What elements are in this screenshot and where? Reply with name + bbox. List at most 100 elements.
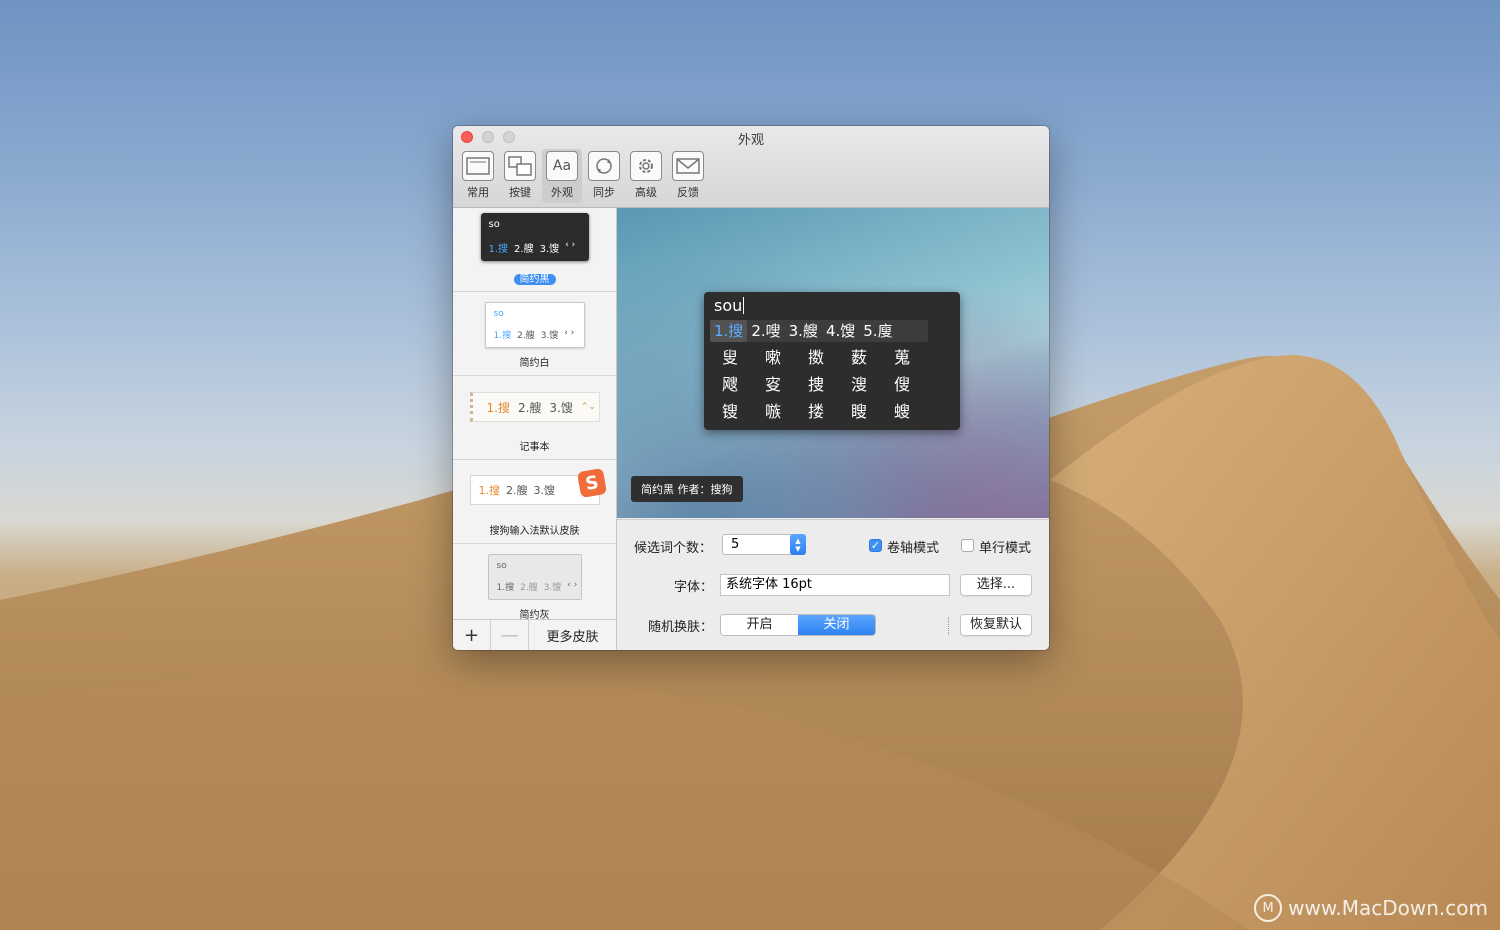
- grid-candidate[interactable]: 薮: [851, 348, 894, 368]
- tab-feedback-label: 反馈: [677, 186, 699, 199]
- gear-icon: [630, 151, 662, 181]
- tab-appearance[interactable]: Aa 外观: [542, 149, 582, 203]
- ime-candidate-grid: 叟 嗽 擞 薮 蒐 飕 叜 捜 溲 傁 锼 嗾 搂 瞍 螋: [722, 348, 937, 422]
- tab-general[interactable]: 常用: [458, 149, 498, 203]
- font-label: 字体：: [674, 580, 714, 595]
- grid-candidate[interactable]: 螋: [894, 402, 937, 422]
- grid-candidate[interactable]: 捜: [808, 375, 851, 395]
- stepper-arrows-icon[interactable]: ▲ ▼: [790, 534, 806, 555]
- ime-input-text: sou: [714, 296, 745, 315]
- single-line-checkbox[interactable]: [961, 539, 974, 552]
- page-arrows-icon: ‹ ›: [565, 240, 576, 250]
- scroll-mode-checkbox[interactable]: ✓: [869, 539, 882, 552]
- grid-candidate[interactable]: 瞍: [851, 402, 894, 422]
- grid-candidate[interactable]: 嗽: [765, 348, 808, 368]
- skin-list: so 1.搜 2.艘 3.馊 ‹ › 简约黑 so 1.搜 2.艘 3.馊 ‹ …: [453, 208, 617, 650]
- choose-font-button[interactable]: 选择...: [960, 574, 1032, 596]
- skin-preview-thumbnail: so 1.搜 2.艘 3.馊 ‹ ›: [487, 554, 582, 600]
- grid-candidate[interactable]: 叟: [722, 348, 765, 368]
- grid-candidate[interactable]: 嗾: [765, 402, 808, 422]
- ime-input-value: sou: [714, 296, 743, 315]
- skin-item-notebook[interactable]: 1.搜 2.艘 3.馊 ⌃⌄ 记事本: [453, 376, 616, 460]
- grid-candidate[interactable]: 傁: [894, 375, 937, 395]
- tab-feedback[interactable]: 反馈: [668, 149, 708, 203]
- add-skin-button[interactable]: +: [453, 620, 491, 650]
- skin-item-simple-grey[interactable]: so 1.搜 2.艘 3.馊 ‹ › 简约灰: [453, 544, 616, 628]
- more-skins-button[interactable]: 更多皮肤: [529, 620, 616, 650]
- preview-candidates: 1.搜 2.艘 3.馊 ‹ ›: [494, 328, 575, 341]
- tab-advanced[interactable]: 高级: [626, 149, 666, 203]
- restore-defaults-button[interactable]: 恢复默认: [960, 614, 1032, 636]
- mail-icon: [672, 151, 704, 181]
- appearance-icon: Aa: [546, 151, 578, 181]
- candidate-5[interactable]: 5.廋: [859, 320, 896, 342]
- random-skin-label: 随机换肤：: [648, 620, 714, 635]
- tab-sync-label: 同步: [593, 186, 615, 199]
- grid-candidate[interactable]: 溲: [851, 375, 894, 395]
- macdown-logo-icon: M: [1254, 894, 1283, 922]
- grid-candidate[interactable]: 锼: [722, 402, 765, 422]
- ime-candidate-row: 1.搜 2.嗖 3.艘 4.馊 5.廋: [710, 320, 928, 342]
- skin-preview-thumbnail: so 1.搜 2.艘 3.馊 ‹ ›: [480, 213, 589, 261]
- candidate-3: 3.馊: [533, 484, 556, 497]
- candidate-2: 2.艘: [514, 244, 534, 255]
- page-arrows-icon: ‹ ›: [567, 580, 578, 590]
- skin-preview-thumbnail: 1.搜 2.艘 3.馊 ⌃⌄: [469, 392, 600, 422]
- skin-name: 简约黑: [453, 270, 616, 285]
- candidate-1[interactable]: 1.搜: [710, 320, 748, 342]
- tab-general-label: 常用: [467, 186, 489, 199]
- skin-name: 搜狗输入法默认皮肤: [489, 526, 580, 537]
- page-arrows-icon: ⌃⌄: [580, 402, 596, 412]
- skin-author-caption: 简约黑 作者：搜狗: [631, 476, 743, 502]
- candidate-3: 3.馊: [540, 331, 559, 341]
- page-arrows-icon: ‹ ›: [564, 328, 575, 338]
- grid-candidate[interactable]: 擞: [808, 348, 851, 368]
- skin-preview-thumbnail: so 1.搜 2.艘 3.馊 ‹ ›: [484, 302, 585, 348]
- random-skin-off-option[interactable]: 关闭: [798, 615, 875, 635]
- divider: [948, 617, 949, 635]
- candidate-2[interactable]: 2.嗖: [747, 320, 784, 342]
- watermark-text: www.MacDown.com: [1288, 896, 1488, 920]
- titlebar: 外观 常用 按键 Aa 外观 同步 高级 反馈: [453, 126, 1049, 208]
- random-skin-toggle: 开启 关闭: [720, 614, 876, 636]
- sync-icon: [588, 151, 620, 181]
- skin-preview-area: sou 1.搜 2.嗖 3.艘 4.馊 5.廋 叟 嗽 擞 薮 蒐 飕 叜 捜 …: [617, 208, 1049, 518]
- keys-icon: [504, 151, 536, 181]
- candidate-3: 3.馊: [543, 583, 562, 593]
- text-caret: [743, 297, 745, 314]
- grid-candidate[interactable]: 搂: [808, 402, 851, 422]
- candidate-2: 2.艘: [517, 331, 535, 341]
- skin-name: 记事本: [519, 442, 550, 453]
- skin-preview-thumbnail: 1.搜 2.艘 3.馊 S: [469, 467, 607, 505]
- candidate-count-select[interactable]: 5 ▲ ▼: [722, 534, 806, 555]
- candidate-3[interactable]: 3.艘: [785, 320, 822, 342]
- candidate-1: 1.搜: [496, 583, 515, 593]
- toolbar: 常用 按键 Aa 外观 同步 高级 反馈: [458, 149, 708, 203]
- grid-candidate[interactable]: 蒐: [894, 348, 937, 368]
- skin-item-simple-white[interactable]: so 1.搜 2.艘 3.馊 ‹ › 简约白: [453, 292, 616, 376]
- font-field: 系统字体 16pt: [720, 574, 950, 596]
- single-line-label: 单行模式: [979, 541, 1032, 556]
- skin-list-actions: + — 更多皮肤: [453, 619, 616, 650]
- preview-input-text: so: [496, 561, 507, 571]
- candidate-4[interactable]: 4.馊: [822, 320, 859, 342]
- tab-advanced-label: 高级: [635, 186, 657, 199]
- candidate-1: 1.搜: [493, 331, 512, 341]
- watermark: M www.MacDown.com: [1254, 894, 1488, 922]
- tab-sync[interactable]: 同步: [584, 149, 624, 203]
- grid-candidate[interactable]: 飕: [722, 375, 765, 395]
- grid-candidate[interactable]: 叜: [765, 375, 808, 395]
- skin-item-simple-black[interactable]: so 1.搜 2.艘 3.馊 ‹ › 简约黑: [453, 208, 616, 292]
- skin-name: 简约白: [519, 358, 550, 369]
- skin-item-sogou-default[interactable]: 1.搜 2.艘 3.馊 S 搜狗输入法默认皮肤: [453, 460, 616, 544]
- general-icon: [462, 151, 494, 181]
- tab-keys[interactable]: 按键: [500, 149, 540, 203]
- remove-skin-button[interactable]: —: [491, 620, 529, 650]
- window-title: 外观: [737, 133, 764, 148]
- random-skin-on-option[interactable]: 开启: [721, 615, 798, 635]
- sogou-logo-icon: S: [576, 467, 607, 499]
- preview-candidates: 1.搜 2.艘 3.馊 ‹ ›: [497, 580, 578, 593]
- candidate-3: 3.馊: [549, 400, 573, 415]
- preferences-window: 外观 常用 按键 Aa 外观 同步 高级 反馈 so 1.搜 2.艘 3.馊 ‹…: [453, 126, 1049, 650]
- candidate-count-label: 候选词个数：: [634, 541, 713, 556]
